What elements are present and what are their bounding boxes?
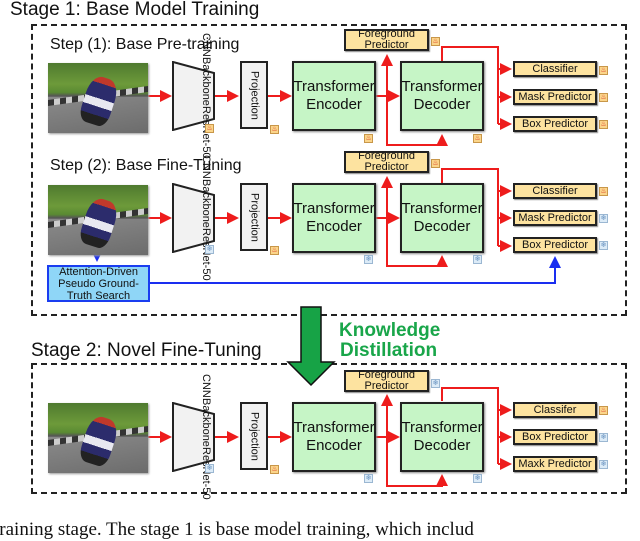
projection-block: Projection [240, 183, 268, 251]
input-image [48, 185, 148, 255]
fire-icon: ♨ [599, 120, 608, 129]
snowflake-icon: ❄ [599, 241, 608, 250]
classifier-head: Classifier [513, 61, 597, 77]
fire-icon: ♨ [599, 187, 608, 196]
fire-icon: ♨ [270, 246, 279, 255]
fire-icon: ♨ [599, 93, 608, 102]
distillation-arrow [286, 306, 336, 387]
foreground-predictor: Foreground Predictor [344, 370, 429, 392]
backbone-label-1: CNN [200, 374, 212, 399]
distillation-label-line1: Knowledge [339, 320, 441, 341]
fire-icon: ♨ [473, 134, 482, 143]
pseudo-ground-truth-search: Attention-Driven Pseudo Ground-Truth Sea… [47, 265, 150, 302]
fire-icon: ♨ [270, 465, 279, 474]
backbone-label-1: CNN [200, 155, 212, 180]
backbone-label-1: CNN [200, 33, 212, 58]
backbone-label-2: Backbone [200, 57, 212, 107]
backbone-label-3: ResNet-50 [200, 447, 212, 500]
classifier-head: Classifer [513, 402, 597, 418]
transformer-decoder: Transformer Decoder [400, 402, 484, 472]
fire-icon: ♨ [205, 124, 214, 133]
snowflake-icon: ❄ [473, 474, 482, 483]
fire-icon: ♨ [364, 134, 373, 143]
transformer-encoder: Transformer Encoder [292, 402, 376, 472]
mask-predictor-head: Mask Predictor [513, 210, 597, 226]
input-image [48, 403, 148, 473]
fire-icon: ♨ [270, 125, 279, 134]
snowflake-icon: ❄ [431, 379, 440, 388]
snowflake-icon: ❄ [364, 474, 373, 483]
snowflake-icon: ❄ [205, 245, 214, 254]
projection-block: Projection [240, 61, 268, 129]
snowflake-icon: ❄ [599, 433, 608, 442]
distillation-label-line2: Distillation [340, 340, 438, 361]
foreground-predictor: Foreground Predictor [344, 29, 429, 51]
snowflake-icon: ❄ [473, 255, 482, 264]
fire-icon: ♨ [599, 66, 608, 75]
backbone-label-2: Backbone [200, 398, 212, 448]
fire-icon: ♨ [431, 37, 440, 46]
mask-predictor-head: Mask Predictor [513, 89, 597, 105]
projection-block: Projection [240, 402, 268, 470]
backbone-label-3: ResNet-50 [200, 228, 212, 281]
snowflake-icon: ❄ [364, 255, 373, 264]
box-predictor-head: Box Predictor [513, 429, 597, 445]
mask-predictor-head: Maxk Predictor [513, 456, 597, 472]
fire-icon: ♨ [599, 406, 608, 415]
transformer-encoder: Transformer Encoder [292, 183, 376, 253]
snowflake-icon: ❄ [205, 464, 214, 473]
foreground-predictor: Foreground Predictor [344, 151, 429, 173]
backbone-label-2: Backbone [200, 179, 212, 229]
transformer-decoder: Transformer Decoder [400, 61, 484, 131]
snowflake-icon: ❄ [599, 214, 608, 223]
box-predictor-head: Box Predictor [513, 237, 597, 253]
transformer-decoder: Transformer Decoder [400, 183, 484, 253]
input-image [48, 63, 148, 133]
snowflake-icon: ❄ [599, 460, 608, 469]
fire-icon: ♨ [431, 159, 440, 168]
figure-caption: training stage. The stage 1 is base mode… [0, 519, 474, 540]
transformer-encoder: Transformer Encoder [292, 61, 376, 131]
box-predictor-head: Box Predictor [513, 116, 597, 132]
classifier-head: Classifier [513, 183, 597, 199]
